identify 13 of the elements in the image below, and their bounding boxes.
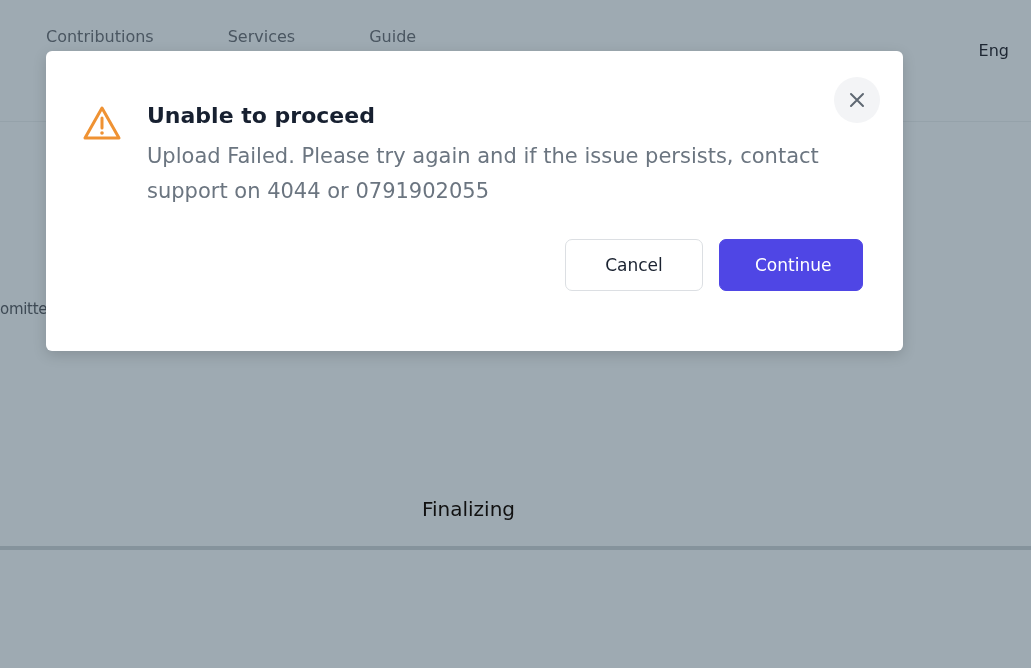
cancel-button[interactable]: Cancel xyxy=(565,239,703,292)
dialog-title: Unable to proceed xyxy=(147,103,375,128)
nav-link[interactable]: Contributions xyxy=(46,27,154,47)
nav-link[interactable]: Guide xyxy=(369,27,417,47)
continue-button[interactable]: Continue xyxy=(719,239,863,292)
close-button[interactable] xyxy=(834,77,880,123)
language-selector[interactable]: Eng xyxy=(978,27,1009,63)
progress-label: Finalizing xyxy=(421,497,516,521)
dialog-message: Upload Failed. Please try again and if the issue persists, contact support on 4044 or 0791902055 xyxy=(147,143,820,206)
partial-text: omitte xyxy=(0,299,48,320)
warning-icon xyxy=(82,105,122,141)
nav-link[interactable]: Services xyxy=(227,27,296,47)
close-icon xyxy=(849,92,865,108)
